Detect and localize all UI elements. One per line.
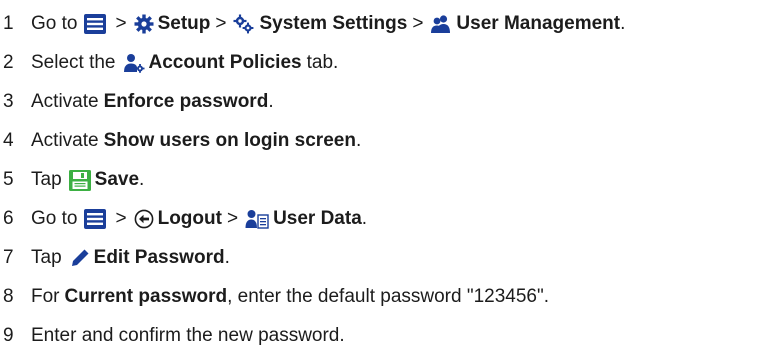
separator: >: [215, 13, 227, 34]
step-end: .: [620, 13, 626, 34]
step-4: 4 Activate Show users on login screen .: [0, 123, 361, 159]
system-settings-label: System Settings: [259, 13, 408, 34]
separator: >: [226, 208, 239, 229]
step-7: 7 Tap Edit Password .: [0, 240, 230, 276]
step-text: Go to: [31, 13, 78, 34]
double-gear-icon: [233, 14, 255, 34]
step-5: 5 Tap Save .: [0, 162, 144, 198]
show-users-label: Show users on login screen: [103, 130, 356, 151]
step-end: .: [224, 247, 230, 268]
hamburger-menu-icon: [84, 14, 107, 34]
step-text: Go to: [31, 208, 78, 229]
instruction-steps: 1 Go to > Setup > System Settings > User…: [0, 0, 776, 358]
step-text: Activate: [31, 130, 99, 151]
step-end: .: [355, 130, 362, 151]
gear-icon: [134, 14, 154, 34]
hamburger-menu-icon: [84, 209, 107, 229]
step-text: Tap: [31, 247, 62, 268]
step-number: 5: [3, 169, 14, 190]
step-text: tab.: [306, 52, 339, 73]
circle-arrow-left-icon: [134, 209, 154, 229]
user-management-label: User Management: [456, 13, 621, 34]
step-text: Tap: [31, 169, 62, 190]
step-text: Activate: [31, 91, 99, 112]
step-number: 9: [3, 325, 14, 346]
step-2: 2 Select the Account Policies tab.: [0, 45, 338, 81]
edit-password-label: Edit Password: [93, 247, 225, 268]
step-3: 3 Activate Enforce password .: [0, 84, 274, 120]
floppy-disk-icon: [68, 169, 91, 191]
step-8: 8 For Current password , enter the defau…: [0, 279, 549, 315]
current-password-label: Current password: [64, 286, 228, 307]
account-policies-label: Account Policies: [148, 52, 302, 73]
logout-label: Logout: [157, 208, 222, 229]
step-end: .: [361, 208, 368, 229]
separator: >: [115, 208, 127, 229]
step-6: 6 Go to > Logout > User Data .: [0, 201, 367, 237]
user-list-icon: [245, 209, 269, 229]
step-number: 6: [3, 208, 14, 229]
separator: >: [412, 13, 424, 34]
step-text: Enter and confirm the new password.: [31, 325, 345, 346]
step-text: , enter the default password "123456".: [227, 286, 550, 307]
step-number: 1: [3, 13, 14, 34]
separator: >: [115, 13, 127, 34]
step-9: 9 Enter and confirm the new password.: [0, 318, 345, 354]
step-number: 2: [3, 52, 14, 73]
step-number: 4: [3, 130, 14, 151]
setup-label: Setup: [157, 13, 211, 34]
step-number: 3: [3, 91, 14, 112]
save-label: Save: [94, 169, 140, 190]
pencil-icon: [70, 248, 90, 268]
user-data-label: User Data: [273, 208, 362, 229]
step-1: 1 Go to > Setup > System Settings > User…: [0, 6, 625, 42]
step-number: 7: [3, 247, 14, 268]
step-number: 8: [3, 286, 14, 307]
user-gear-icon: [123, 53, 145, 73]
users-icon: [430, 14, 452, 34]
step-end: .: [268, 91, 274, 112]
step-text: For: [31, 286, 60, 307]
enforce-password-label: Enforce password: [103, 91, 269, 112]
step-end: .: [139, 169, 145, 190]
step-text: Select the: [31, 52, 116, 73]
